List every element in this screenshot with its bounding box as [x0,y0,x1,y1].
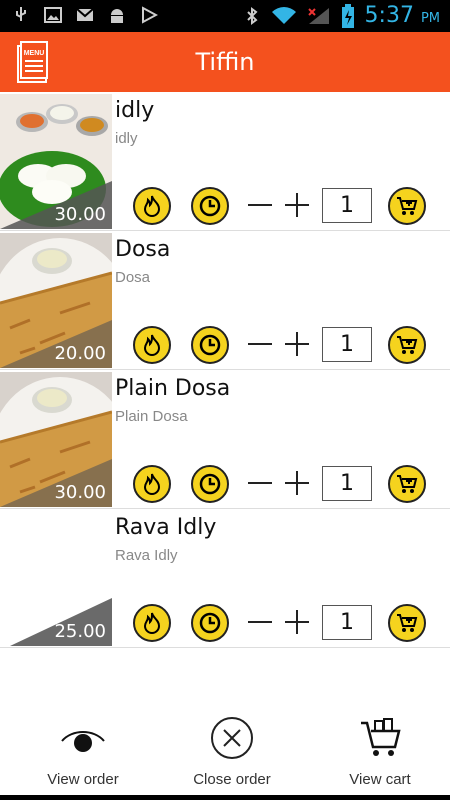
item-price: 25.00 [54,621,106,642]
menu-item-list: 30.00 idly idly 1 20.00 Dosa Dosa 1 30.0… [0,92,450,648]
time-button[interactable] [191,604,229,642]
spice-button[interactable] [133,604,171,642]
spice-icon [143,334,161,356]
plus-icon[interactable] [284,192,310,218]
minus-icon[interactable] [247,331,273,357]
item-subtitle: Dosa [115,269,151,286]
spice-button[interactable] [133,465,171,503]
time-button[interactable] [191,326,229,364]
battery-icon [341,3,354,28]
view-cart-button[interactable]: View cart [305,715,450,788]
minus-icon[interactable] [247,470,273,496]
view-cart-label: View cart [349,771,411,788]
time-button[interactable] [191,465,229,503]
add-to-cart-button[interactable] [388,187,426,225]
eye-icon [61,731,105,752]
close-circle-icon [211,717,253,759]
quantity-field[interactable]: 1 [322,188,372,223]
system-nav-bar [0,795,450,800]
cart-icon [361,718,401,756]
usb-icon [16,7,26,21]
menu-item-row[interactable]: 30.00 Plain Dosa Plain Dosa 1 [0,370,450,509]
add-to-cart-icon [397,475,418,493]
item-name: Dosa [115,237,171,262]
close-order-label: Close order [193,771,271,788]
view-order-label: View order [47,771,119,788]
close-order-button[interactable]: Close order [157,715,307,788]
menu-item-row[interactable]: 20.00 Dosa Dosa 1 [0,231,450,370]
minus-icon[interactable] [247,609,273,635]
signal-icon [307,7,329,24]
bottom-action-bar: View order Close order View cart [0,715,450,795]
item-name: Rava Idly [115,515,217,540]
bluetooth-icon [246,6,258,25]
add-to-cart-icon [397,336,418,354]
wifi-icon [271,6,296,24]
clock-icon [199,195,221,217]
quantity-field[interactable]: 1 [322,327,372,362]
spice-icon [143,473,161,495]
clock-icon [199,334,221,356]
minus-icon[interactable] [247,192,273,218]
page-title: Tiffin [195,48,255,76]
app-bar: MENU Tiffin [0,32,450,92]
menu-item-row[interactable]: 30.00 idly idly 1 [0,92,450,231]
item-subtitle: idly [115,130,138,147]
spice-icon [143,195,161,217]
add-to-cart-button[interactable] [388,465,426,503]
food-image: 30.00 [0,372,112,507]
view-order-button[interactable]: View order [8,715,158,788]
plus-icon[interactable] [284,331,310,357]
quantity-field[interactable]: 1 [322,466,372,501]
plus-icon[interactable] [284,470,310,496]
gmail-icon [76,8,94,21]
add-to-cart-button[interactable] [388,326,426,364]
add-to-cart-button[interactable] [388,604,426,642]
time-button[interactable] [191,187,229,225]
spice-icon [143,612,161,634]
image-icon [44,7,62,23]
add-to-cart-icon [397,614,418,632]
item-name: Plain Dosa [115,376,231,401]
quantity-field[interactable]: 1 [322,605,372,640]
status-bar: 5:37 PM [0,0,450,32]
clock-icon [199,473,221,495]
food-image: 20.00 [0,233,112,368]
android-icon [111,9,123,23]
item-subtitle: Rava Idly [115,547,178,564]
spice-button[interactable] [133,187,171,225]
item-price: 30.00 [54,204,106,225]
item-subtitle: Plain Dosa [115,408,188,425]
clock-time: 5:37 PM [364,3,440,28]
food-image: 30.00 [0,94,112,229]
menu-item-row[interactable]: 25.00 Rava Idly Rava Idly 1 [0,509,450,648]
spice-button[interactable] [133,326,171,364]
item-name: idly [115,98,155,123]
add-to-cart-icon [397,197,418,215]
clock-icon [199,612,221,634]
item-price: 20.00 [54,343,106,364]
item-price: 30.00 [54,482,106,503]
plus-icon[interactable] [284,609,310,635]
food-image: 25.00 [0,511,112,646]
play-store-icon [142,6,158,24]
